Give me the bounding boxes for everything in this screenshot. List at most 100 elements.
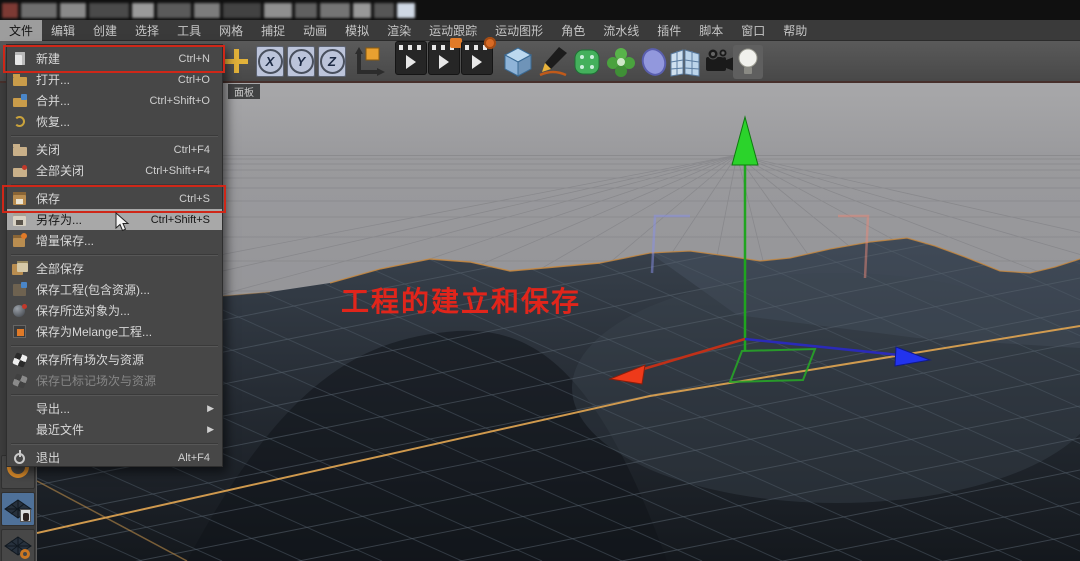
render-view-icon[interactable] <box>395 41 427 75</box>
menu-item-label: 最近文件 <box>36 423 85 437</box>
axis-z-label: Z <box>319 49 345 74</box>
render-settings-icon[interactable] <box>461 37 496 75</box>
menu-item-label: 新建 <box>36 52 61 66</box>
axis-x-lock-button[interactable]: X <box>256 46 284 77</box>
menu-item-save-marked-takes: 保存已标记场次与资源 <box>7 370 222 391</box>
menu-pipeline[interactable]: 流水线 <box>594 20 648 41</box>
light-icon[interactable] <box>733 45 763 79</box>
render-region-icon[interactable] <box>428 38 462 75</box>
menu-item-new[interactable]: 新建 Ctrl+N <box>7 48 222 69</box>
menu-item-save[interactable]: 保存 Ctrl+S <box>7 188 222 209</box>
menu-item-incremental-save[interactable]: 增量保存... <box>7 230 222 251</box>
viewport-annotation: 工程的建立和保存 <box>341 285 581 317</box>
file-dropdown-menu: 新建 Ctrl+N 打开... Ctrl+O 合并... Ctrl+Shift+… <box>6 44 223 467</box>
close-all-folder-icon <box>12 163 28 179</box>
texture-preview <box>20 509 31 522</box>
menu-file[interactable]: 文件 <box>0 19 43 41</box>
menu-item-shortcut: Ctrl+O <box>177 73 210 86</box>
axis-x-label: X <box>257 49 283 74</box>
menu-mograph[interactable]: 运动图形 <box>486 20 552 41</box>
save-as-icon <box>12 212 28 228</box>
menu-item-label: 增量保存... <box>36 234 95 248</box>
melange-icon <box>12 324 28 340</box>
export-icon <box>12 401 28 417</box>
menu-animate[interactable]: 动画 <box>294 20 336 41</box>
menu-item-label: 保存所选对象为... <box>36 304 131 318</box>
menu-item-label: 打开... <box>36 73 71 87</box>
menu-separator <box>7 391 222 398</box>
menu-item-label: 退出 <box>36 451 61 465</box>
menu-separator <box>7 181 222 188</box>
axis-z-lock-button[interactable]: Z <box>318 46 346 77</box>
menu-select[interactable]: 选择 <box>126 20 168 41</box>
menu-item-save-selected[interactable]: 保存所选对象为... <box>7 300 222 321</box>
menu-item-label: 保存为Melange工程... <box>36 325 153 339</box>
points-mode-icon[interactable] <box>1 492 35 526</box>
menu-item-save-all[interactable]: 全部保存 <box>7 258 222 279</box>
menu-edit[interactable]: 编辑 <box>42 20 84 41</box>
menu-item-recent-files[interactable]: 最近文件 ▶ <box>7 419 222 440</box>
merge-folder-icon <box>12 93 28 109</box>
axis-y-lock-button[interactable]: Y <box>287 46 315 77</box>
menu-item-label: 保存工程(包含资源)... <box>36 283 150 297</box>
submenu-arrow-icon: ▶ <box>207 403 214 413</box>
move-tool-icon[interactable] <box>224 49 248 73</box>
menu-item-save-melange[interactable]: 保存为Melange工程... <box>7 321 222 342</box>
menu-item-revert[interactable]: 恢复... <box>7 111 222 132</box>
menu-item-label: 全部保存 <box>36 262 85 276</box>
menu-separator <box>7 132 222 139</box>
menu-simulate[interactable]: 模拟 <box>336 20 378 41</box>
camera-icon[interactable] <box>704 47 736 77</box>
menu-separator <box>7 342 222 349</box>
menu-separator <box>7 251 222 258</box>
open-folder-icon <box>12 72 28 88</box>
spline-pen-icon[interactable] <box>537 45 569 79</box>
new-document-icon <box>12 51 28 67</box>
menu-item-open[interactable]: 打开... Ctrl+O <box>7 69 222 90</box>
revert-icon <box>12 114 28 130</box>
menu-item-merge[interactable]: 合并... Ctrl+Shift+O <box>7 90 222 111</box>
primitive-cube-icon[interactable] <box>502 46 534 78</box>
menu-item-label: 保存已标记场次与资源 <box>36 374 157 388</box>
menu-item-label: 保存 <box>36 192 61 206</box>
menu-plugins[interactable]: 插件 <box>648 20 690 41</box>
menu-item-shortcut: Ctrl+Shift+F4 <box>145 164 210 177</box>
axis-y-label: Y <box>288 49 314 74</box>
menu-help[interactable]: 帮助 <box>774 20 816 41</box>
subdivision-surface-icon[interactable] <box>571 46 603 78</box>
incremental-save-icon <box>12 232 28 249</box>
menu-item-close[interactable]: 关闭 Ctrl+F4 <box>7 139 222 160</box>
menu-render[interactable]: 渲染 <box>378 20 420 41</box>
save-marked-takes-icon <box>12 373 28 389</box>
menu-item-shortcut: Ctrl+Shift+S <box>150 213 210 226</box>
quit-icon <box>12 449 28 466</box>
submenu-arrow-icon: ▶ <box>207 424 214 434</box>
environment-icon[interactable] <box>668 46 702 78</box>
simulation-icon[interactable] <box>639 47 669 77</box>
menu-item-shortcut: Alt+F4 <box>177 451 210 464</box>
coordinate-system-icon[interactable] <box>352 45 386 79</box>
polygons-mode-icon[interactable] <box>1 529 35 561</box>
viewport-panel-menu[interactable]: 面板 <box>228 84 260 99</box>
menu-item-shortcut: Ctrl+N <box>178 52 210 65</box>
menu-tools[interactable]: 工具 <box>168 20 210 41</box>
menu-script[interactable]: 脚本 <box>690 20 732 41</box>
save-project-icon <box>12 281 28 298</box>
menu-character[interactable]: 角色 <box>552 20 594 41</box>
menu-mesh[interactable]: 网格 <box>210 20 252 41</box>
cinema4d-window: 文件 编辑 创建 选择 工具 网格 捕捉 动画 模拟 渲染 运动跟踪 运动图形 … <box>0 0 1080 561</box>
menu-item-save-project[interactable]: 保存工程(包含资源)... <box>7 279 222 300</box>
menu-window[interactable]: 窗口 <box>732 20 774 41</box>
menu-separator <box>7 440 222 447</box>
menu-snap[interactable]: 捕捉 <box>252 20 294 41</box>
menu-item-shortcut: Ctrl+Shift+O <box>149 94 210 107</box>
window-titlebar <box>0 0 1080 20</box>
menu-item-label: 全部关闭 <box>36 164 85 178</box>
menu-item-save-all-takes[interactable]: 保存所有场次与资源 <box>7 349 222 370</box>
close-folder-icon <box>12 142 28 158</box>
menu-item-close-all[interactable]: 全部关闭 Ctrl+Shift+F4 <box>7 160 222 181</box>
menu-item-export[interactable]: 导出... ▶ <box>7 398 222 419</box>
menu-item-quit[interactable]: 退出 Alt+F4 <box>7 447 222 468</box>
deformer-icon[interactable] <box>605 46 637 78</box>
menu-create[interactable]: 创建 <box>84 20 126 41</box>
